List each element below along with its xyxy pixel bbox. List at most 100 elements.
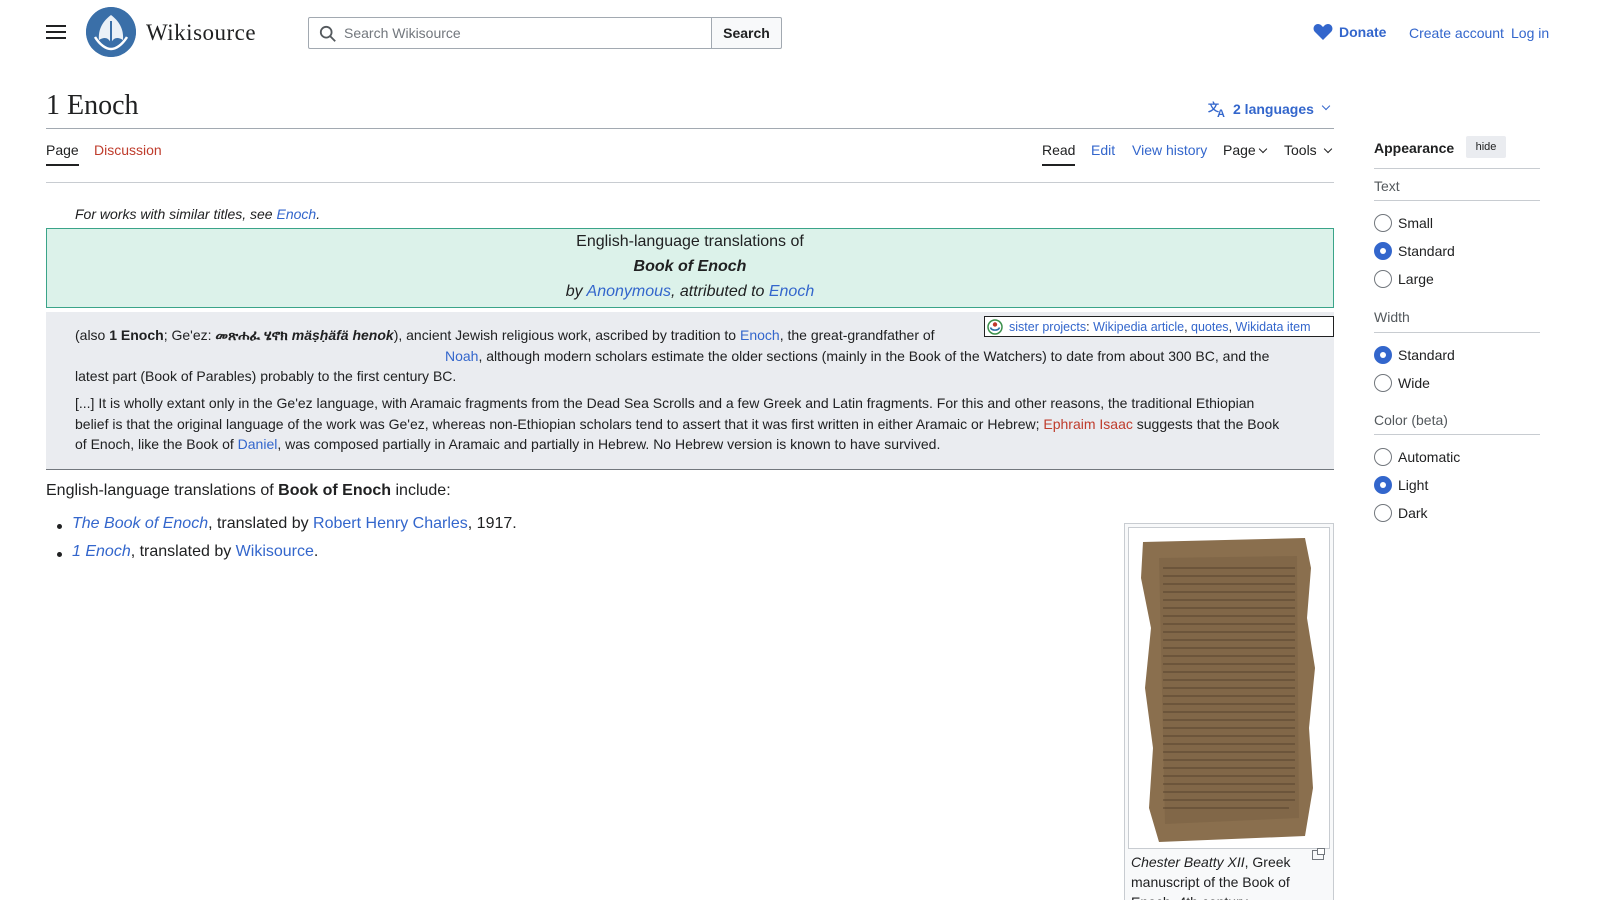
header-box-author-line: by Anonymous, attributed to Enoch (47, 283, 1333, 301)
sister-comma: , (1228, 319, 1236, 334)
page-menu-dropdown[interactable]: Page (1223, 142, 1267, 158)
translation-by: , translated by (130, 543, 236, 560)
wikisource-wordmark[interactable]: Wikisource (146, 20, 256, 46)
text-size-label: Text (1374, 178, 1400, 194)
translate-icon: 文 A (1208, 100, 1225, 118)
radio-circle (1374, 214, 1392, 232)
notes-transliteration: mäṣḥäfä henok (291, 327, 394, 343)
manuscript-image[interactable] (1128, 527, 1330, 849)
translation-year: . (313, 543, 319, 560)
notes-enoch-link[interactable]: Enoch (740, 327, 780, 343)
title-divider (46, 128, 1334, 129)
wikipedia-article-link[interactable]: Wikipedia article (1093, 320, 1184, 334)
notes-text: , the great-grandfather of (779, 327, 935, 343)
notes-ephraim-isaac-link[interactable]: Ephraim Isaac (1043, 416, 1132, 432)
radio-circle (1374, 374, 1392, 392)
radio-circle (1374, 476, 1392, 494)
language-button[interactable]: 文 A 2 languages (1208, 100, 1331, 118)
hide-appearance-button[interactable]: hide (1466, 136, 1506, 158)
main-menu-icon[interactable] (44, 22, 68, 44)
login-link[interactable]: Log in (1511, 25, 1549, 41)
radio-circle (1374, 448, 1392, 466)
radio-label: Large (1398, 271, 1434, 287)
notes-geez-script: መጽሐፈ ሄኖክ (215, 327, 288, 343)
donate-label: Donate (1339, 24, 1387, 40)
wikidata-item-link[interactable]: Wikidata item (1236, 320, 1311, 334)
tab-view-history[interactable]: View history (1132, 142, 1207, 158)
search-button[interactable]: Search (711, 17, 782, 49)
text-divider (1374, 200, 1540, 201)
manuscript-thumbnail: Chester Beatty XII, Greek manuscript of … (1124, 523, 1334, 900)
quotes-link[interactable]: quotes (1191, 320, 1229, 334)
sister-projects-box: sister projects: Wikipedia article, quot… (984, 316, 1334, 337)
radio-circle (1374, 346, 1392, 364)
author-anonymous-link[interactable]: Anonymous (587, 283, 672, 300)
hatnote-suffix: . (316, 206, 321, 222)
author-enoch-link[interactable]: Enoch (769, 283, 814, 300)
translation-title-link[interactable]: 1 Enoch (72, 543, 131, 560)
hatnote-enoch-link[interactable]: Enoch (276, 206, 316, 222)
page-title: 1 Enoch (46, 90, 139, 121)
radio-text-large[interactable]: Large (1374, 270, 1434, 288)
radio-circle (1374, 270, 1392, 288)
width-label: Width (1374, 309, 1410, 325)
radio-text-small[interactable]: Small (1374, 214, 1433, 232)
hatnote-text: For works with similar titles, see (75, 206, 277, 222)
tab-edit[interactable]: Edit (1091, 142, 1115, 158)
enlarge-icon[interactable] (1312, 848, 1325, 860)
radio-label: Standard (1398, 243, 1455, 259)
chevron-down-icon (1323, 144, 1332, 154)
tab-page[interactable]: Page (46, 142, 79, 166)
header-box-work-title: Book of Enoch (633, 258, 747, 275)
appearance-title: Appearance (1374, 140, 1455, 156)
sister-projects-link[interactable]: sister projects (1009, 320, 1086, 334)
language-count: 2 languages (1233, 101, 1314, 117)
tools-menu-dropdown[interactable]: Tools (1284, 142, 1332, 158)
chevron-down-icon (1321, 101, 1331, 111)
notes-noah-link[interactable]: Noah (445, 348, 478, 364)
header-box-attributed: , attributed to (671, 283, 769, 300)
radio-width-wide[interactable]: Wide (1374, 374, 1430, 392)
notes-daniel-link[interactable]: Daniel (238, 436, 278, 452)
tab-discussion[interactable]: Discussion (94, 142, 162, 158)
search-icon (319, 25, 336, 42)
list-item: 1 Enoch, translated by Wikisource. (57, 543, 517, 571)
radio-label: Standard (1398, 347, 1455, 363)
notes-text: (also (75, 327, 110, 343)
search-input[interactable] (309, 18, 711, 48)
heart-icon (1313, 24, 1333, 40)
radio-color-light[interactable]: Light (1374, 476, 1428, 494)
translator-link[interactable]: Wikisource (236, 543, 314, 560)
wikisource-logo-icon[interactable] (86, 7, 136, 57)
intro-work-title: Book of Enoch (278, 482, 392, 499)
list-item: The Book of Enoch, translated by Robert … (57, 515, 517, 543)
notes-text: , was composed partially in Aramaic and … (277, 436, 941, 452)
papyrus-manuscript-picture (1129, 528, 1329, 848)
chevron-down-icon (1258, 144, 1267, 154)
donate-link[interactable]: Donate (1313, 23, 1386, 41)
radio-color-dark[interactable]: Dark (1374, 504, 1428, 522)
radio-width-standard[interactable]: Standard (1374, 346, 1455, 364)
tabs-divider (46, 182, 1334, 183)
translation-title-link[interactable]: The Book of Enoch (72, 515, 208, 532)
sister-comma: , (1184, 319, 1192, 334)
translator-link[interactable]: Robert Henry Charles (313, 515, 468, 532)
radio-label: Small (1398, 215, 1434, 231)
create-account-link[interactable]: Create account (1409, 25, 1504, 41)
radio-label: Automatic (1398, 449, 1461, 465)
site-header: Wikisource Search Donate Create account … (0, 0, 1600, 66)
notes-bold-title: 1 Enoch (109, 327, 164, 343)
thumbnail-caption: Chester Beatty XII, Greek manuscript of … (1131, 852, 1301, 900)
width-divider (1374, 332, 1540, 333)
svg-text:A: A (1217, 108, 1225, 118)
notes-text: , although modern scholars estimate the … (75, 347, 1270, 385)
color-divider (1374, 434, 1540, 435)
page-menu-label: Page (1223, 142, 1256, 158)
tab-read[interactable]: Read (1042, 142, 1076, 166)
radio-label: Wide (1398, 375, 1430, 391)
header-box-by: by (565, 283, 587, 300)
work-header-box: English-language translations of Book of… (46, 228, 1334, 308)
radio-label: Dark (1398, 505, 1428, 521)
radio-color-automatic[interactable]: Automatic (1374, 448, 1460, 466)
radio-text-standard[interactable]: Standard (1374, 242, 1455, 260)
